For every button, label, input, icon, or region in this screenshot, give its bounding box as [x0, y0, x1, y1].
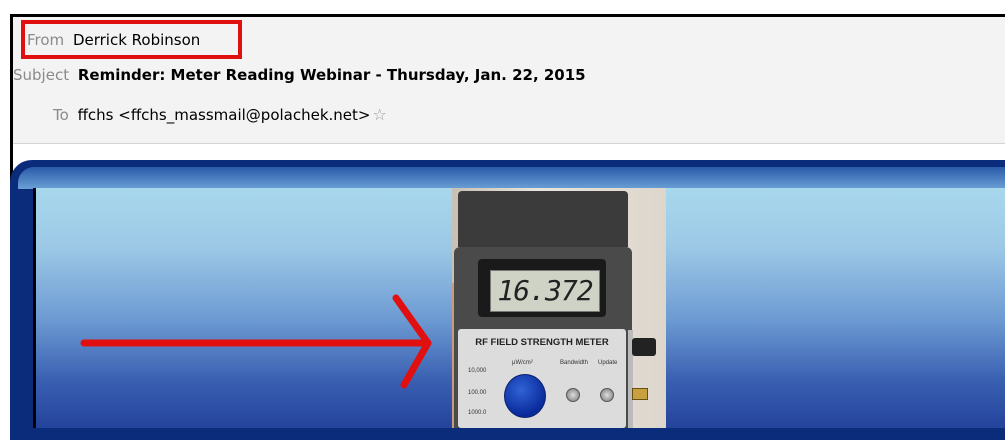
- bandwidth-label: Bandwidth: [560, 360, 589, 366]
- banner-top-band: [18, 167, 1005, 189]
- meter-panel-title: RF FIELD STRENGTH METER: [475, 337, 609, 348]
- star-icon[interactable]: ☆: [372, 105, 386, 124]
- antenna-connector: [632, 338, 656, 356]
- to-label: To: [53, 106, 69, 124]
- subject-label: Subject: [13, 66, 70, 84]
- from-row: From Derrick Robinson: [27, 31, 200, 49]
- update-label: Update: [598, 360, 618, 366]
- bandwidth-toggle: [566, 388, 580, 402]
- to-row: To ffchs <ffchs_massmail@polachek.net> ☆: [53, 105, 387, 124]
- scale-label-3: 1000.0: [468, 410, 487, 416]
- gold-connector: [632, 388, 648, 400]
- meter-top-cover: [458, 191, 628, 247]
- lcd-reading: 16.372: [490, 270, 600, 312]
- to-value[interactable]: ffchs <ffchs_massmail@polachek.net>: [78, 106, 371, 124]
- update-toggle: [600, 388, 614, 402]
- from-value[interactable]: Derrick Robinson: [73, 31, 200, 49]
- scale-label-2: 100.00: [468, 390, 487, 396]
- scale-label-1: 10,000: [468, 368, 487, 374]
- subject-row: Subject Reminder: Meter Reading Webinar …: [13, 66, 586, 84]
- subject-value: Reminder: Meter Reading Webinar - Thursd…: [77, 66, 586, 84]
- meter-image: 16.372 RF FIELD STRENGTH METER μW/cm² 10…: [452, 188, 666, 428]
- email-header: From Derrick Robinson Subject Reminder: …: [13, 17, 1005, 143]
- range-knob: [504, 374, 546, 418]
- from-label: From: [27, 31, 65, 49]
- unit-label: μW/cm²: [512, 360, 533, 366]
